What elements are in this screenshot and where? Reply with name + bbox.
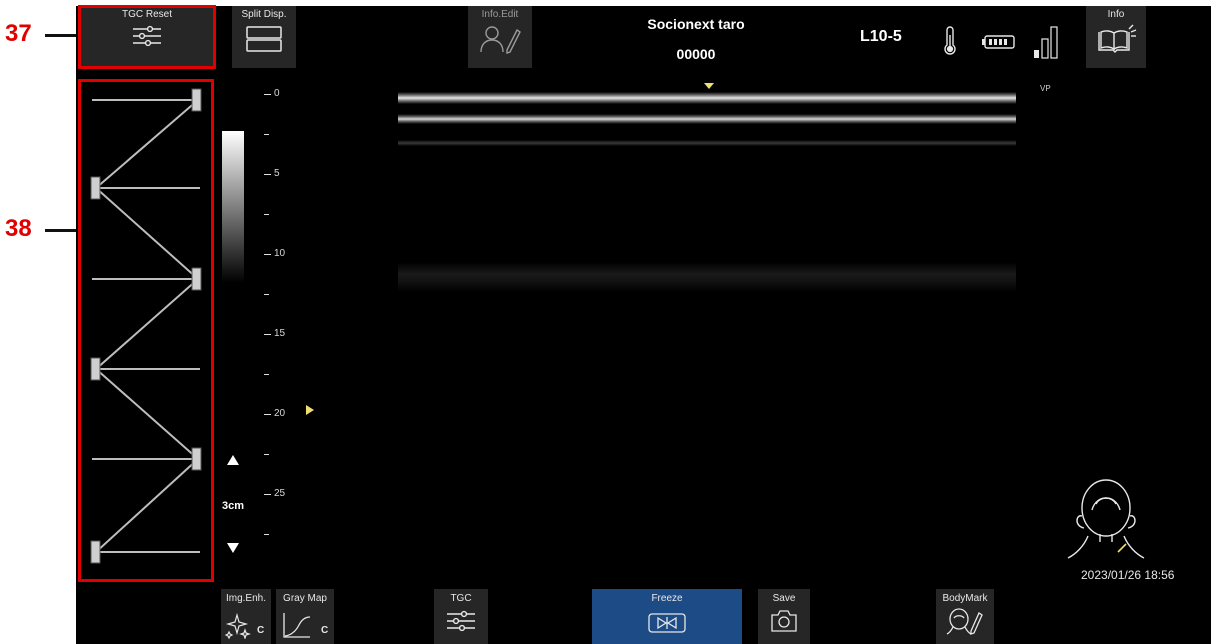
depth-down-button[interactable]	[226, 542, 240, 554]
callout-38: 38	[5, 215, 32, 242]
camera-icon	[771, 610, 797, 632]
curve-icon	[283, 613, 311, 638]
vp-label: VP	[1040, 84, 1051, 93]
depth-up-button[interactable]	[226, 454, 240, 466]
img-enh-button[interactable]: Img.Enh. C	[221, 589, 271, 644]
gray-scale-bar	[222, 131, 244, 283]
gray-map-button[interactable]: Gray Map C	[276, 589, 334, 644]
sliders-icon	[447, 610, 475, 632]
person-edit-icon	[480, 26, 521, 54]
depth-label-25: 25	[274, 488, 286, 499]
bodymark-button[interactable]: BodyMark	[936, 589, 994, 644]
tgc-label: TGC	[450, 593, 472, 604]
thermometer-icon	[944, 26, 956, 55]
bodymark-head-icon	[1067, 479, 1145, 559]
depth-label-0: 0	[274, 88, 280, 99]
freeze-button[interactable]: Freeze	[592, 589, 742, 644]
battery-icon	[982, 35, 1015, 49]
scan-center-marker-icon	[704, 83, 714, 89]
callout-box-37	[78, 5, 216, 69]
depth-label-15: 15	[274, 328, 286, 339]
depth-label-20: 20	[274, 408, 286, 419]
split-display-icon	[246, 26, 282, 52]
img-enh-label: Img.Enh.	[225, 593, 267, 604]
depth-value: 3cm	[222, 500, 245, 512]
freeze-icon	[648, 613, 686, 633]
callout-box-38	[78, 79, 214, 582]
patient-id: 00000	[676, 46, 716, 62]
callout-37: 37	[5, 20, 32, 47]
depth-label-5: 5	[274, 168, 280, 179]
book-icon	[1098, 24, 1137, 53]
depth-label-10: 10	[274, 248, 286, 259]
bodymark-label: BodyMark	[942, 593, 988, 604]
save-button[interactable]: Save	[758, 589, 810, 644]
freeze-label: Freeze	[651, 593, 683, 604]
tgc-button[interactable]: TGC	[434, 589, 488, 644]
split-display-label: Split Disp.	[241, 9, 287, 20]
info-button[interactable]: Info	[1086, 6, 1146, 68]
info-edit-label: Info.Edit	[481, 9, 519, 20]
info-label: Info	[1107, 9, 1125, 20]
patient-name: Socionext taro	[647, 16, 745, 32]
info-edit-button[interactable]: Info.Edit	[468, 6, 532, 68]
gray-map-label: Gray Map	[283, 593, 327, 604]
probe-label: L10-5	[860, 28, 902, 45]
img-enh-mode: C	[257, 625, 265, 636]
save-label: Save	[772, 593, 796, 604]
ultrasound-screen: TGC Reset Split Disp. Info.Edit Socionex…	[76, 5, 1211, 644]
focus-marker-icon[interactable]	[305, 404, 315, 416]
split-display-button[interactable]: Split Disp.	[232, 6, 296, 68]
sparkle-icon	[225, 612, 251, 639]
head-edit-icon	[946, 608, 983, 635]
ultrasound-image[interactable]	[396, 78, 1018, 588]
date-time: 2023/01/26 18:56	[1081, 568, 1175, 582]
gray-map-mode: C	[321, 625, 329, 636]
signal-icon	[1034, 26, 1058, 59]
